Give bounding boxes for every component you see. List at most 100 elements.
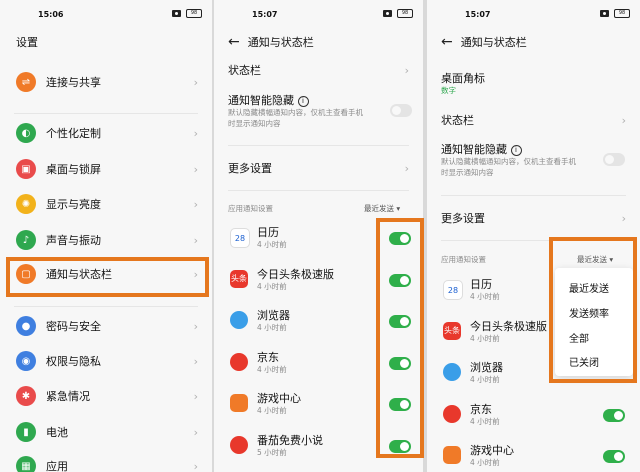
app-name: 浏览器	[257, 309, 290, 322]
notification-settings-sort-screen: 15:07 98 ← 通知与状态栏 桌面角标 数字 状态栏 › 通知智能隐藏 i…	[427, 0, 640, 472]
smart-hide-label: 通知智能隐藏 i	[441, 141, 522, 157]
more-settings-row[interactable]: 更多设置 ›	[427, 208, 640, 228]
info-icon: i	[297, 95, 309, 107]
settings-item-label: 应用	[46, 460, 68, 472]
settings-item-label: 连接与共享	[46, 76, 101, 89]
app-name: 京东	[257, 350, 279, 364]
status-bar-setting[interactable]: 状态栏 ›	[214, 60, 423, 80]
settings-item-label: 声音与振动	[46, 234, 101, 247]
app-name: 番茄免费小说	[257, 433, 323, 447]
alert-icon: ✱	[16, 386, 36, 406]
desktop-badge-value: 数字	[441, 86, 456, 95]
chevron-right-icon: ›	[404, 63, 409, 77]
sun-icon: ✺	[16, 194, 36, 214]
app-icon: 头条	[230, 269, 248, 288]
more-settings-label: 更多设置	[228, 162, 272, 175]
app-last-time: 4 小时前	[257, 364, 287, 374]
eye-icon: ◉	[16, 351, 36, 371]
status-bar-setting[interactable]: 状态栏 ›	[427, 110, 640, 130]
settings-item[interactable]: ♪ 声音与振动 ›	[0, 230, 212, 250]
settings-item[interactable]: ◐ 个性化定制 ›	[0, 123, 212, 143]
status-time: 15:06	[38, 10, 64, 19]
settings-item-label: 个性化定制	[46, 127, 101, 140]
divider	[14, 113, 198, 114]
page-header: ← 通知与状态栏	[441, 34, 527, 50]
app-icon	[443, 446, 461, 464]
page-title: 通知与状态栏	[460, 36, 527, 49]
app-icon: 28	[230, 228, 250, 248]
status-icons: 98	[383, 9, 413, 18]
settings-item-label: 电池	[46, 426, 68, 439]
back-arrow-icon[interactable]: ←	[441, 35, 453, 49]
status-time: 15:07	[465, 10, 491, 19]
desktop-badge-label[interactable]: 桌面角标	[441, 70, 485, 86]
app-name: 日历	[257, 226, 279, 239]
status-icons: 98	[600, 9, 630, 18]
app-last-time: 4 小时前	[257, 281, 287, 291]
camera-icon	[172, 10, 181, 17]
app-icon	[230, 435, 248, 454]
chevron-right-icon: ›	[193, 233, 198, 247]
app-name: 游戏中心	[470, 444, 514, 457]
smart-hide-toggle[interactable]	[390, 104, 412, 117]
app-name: 浏览器	[470, 361, 503, 374]
chevron-right-icon: ›	[193, 425, 198, 439]
divider	[228, 145, 409, 146]
settings-item-label: 权限与隐私	[46, 355, 101, 368]
chevron-right-icon: ›	[193, 389, 198, 403]
app-name: 日历	[470, 278, 492, 291]
chevron-right-icon: ›	[193, 126, 198, 140]
app-icon: 头条	[443, 321, 461, 340]
app-icon	[230, 311, 248, 329]
more-settings-row[interactable]: 更多设置 ›	[214, 158, 423, 178]
image-icon: ▣	[16, 159, 36, 179]
settings-item[interactable]: ● 密码与安全 ›	[0, 316, 212, 336]
divider	[441, 195, 626, 196]
sort-dropdown[interactable]: 最近发送 ▾	[364, 203, 400, 214]
status-bar-label: 状态栏	[228, 64, 261, 77]
chevron-right-icon: ›	[193, 197, 198, 211]
app-last-time: 4 小时前	[470, 416, 500, 426]
settings-item[interactable]: ⇌ 连接与共享 ›	[0, 72, 212, 92]
app-icon	[230, 394, 248, 412]
status-bar-label: 状态栏	[441, 114, 474, 127]
camera-icon	[383, 10, 392, 17]
highlight-box-toggles	[376, 218, 424, 458]
settings-item[interactable]: ▣ 桌面与锁屏 ›	[0, 159, 212, 179]
app-last-time: 4 小时前	[257, 240, 287, 249]
page-title: 设置	[16, 34, 38, 50]
chevron-right-icon: ›	[193, 319, 198, 333]
smart-hide-toggle[interactable]	[603, 153, 625, 166]
settings-item[interactable]: ✱ 紧急情况 ›	[0, 386, 212, 406]
status-bar: 15:07 98	[214, 0, 423, 28]
battery-level-icon: 98	[397, 9, 413, 18]
chevron-right-icon: ›	[193, 354, 198, 368]
settings-item[interactable]: ▮ 电池 ›	[0, 422, 212, 442]
app-icon	[230, 352, 248, 371]
app-notification-toggle[interactable]	[603, 408, 625, 422]
app-notification-header: 应用通知设置	[228, 204, 273, 213]
app-icon	[443, 363, 461, 381]
app-notification-toggle[interactable]	[603, 450, 625, 463]
lock-icon: ●	[16, 316, 36, 336]
app-notification-header: 应用通知设置	[441, 255, 486, 264]
settings-item[interactable]: ✺ 显示与亮度 ›	[0, 194, 212, 214]
info-icon: i	[510, 144, 522, 156]
settings-item[interactable]: ▦ 应用 ›	[0, 456, 212, 472]
app-icon: 28	[443, 280, 463, 300]
notification-settings-screen: 15:07 98 ← 通知与状态栏 状态栏 › 通知智能隐藏 i 默认隐藏横幅通…	[214, 0, 424, 472]
chevron-right-icon: ›	[621, 211, 626, 225]
share-icon: ⇌	[16, 72, 36, 92]
back-arrow-icon[interactable]: ←	[228, 35, 240, 49]
divider	[14, 306, 198, 307]
app-name: 今日头条极速版	[257, 267, 334, 281]
status-bar: 15:07 98	[427, 0, 640, 28]
settings-item[interactable]: ◉ 权限与隐私 ›	[0, 351, 212, 371]
app-notification-row[interactable]: 游戏中心 4 小时前	[427, 440, 640, 472]
app-name: 今日头条极速版	[470, 319, 547, 333]
divider	[228, 190, 409, 191]
app-last-time: 4 小时前	[470, 333, 500, 343]
app-notification-row[interactable]: 京东 4 小时前	[427, 399, 640, 433]
chevron-right-icon: ›	[193, 459, 198, 472]
camera-icon	[600, 10, 609, 17]
